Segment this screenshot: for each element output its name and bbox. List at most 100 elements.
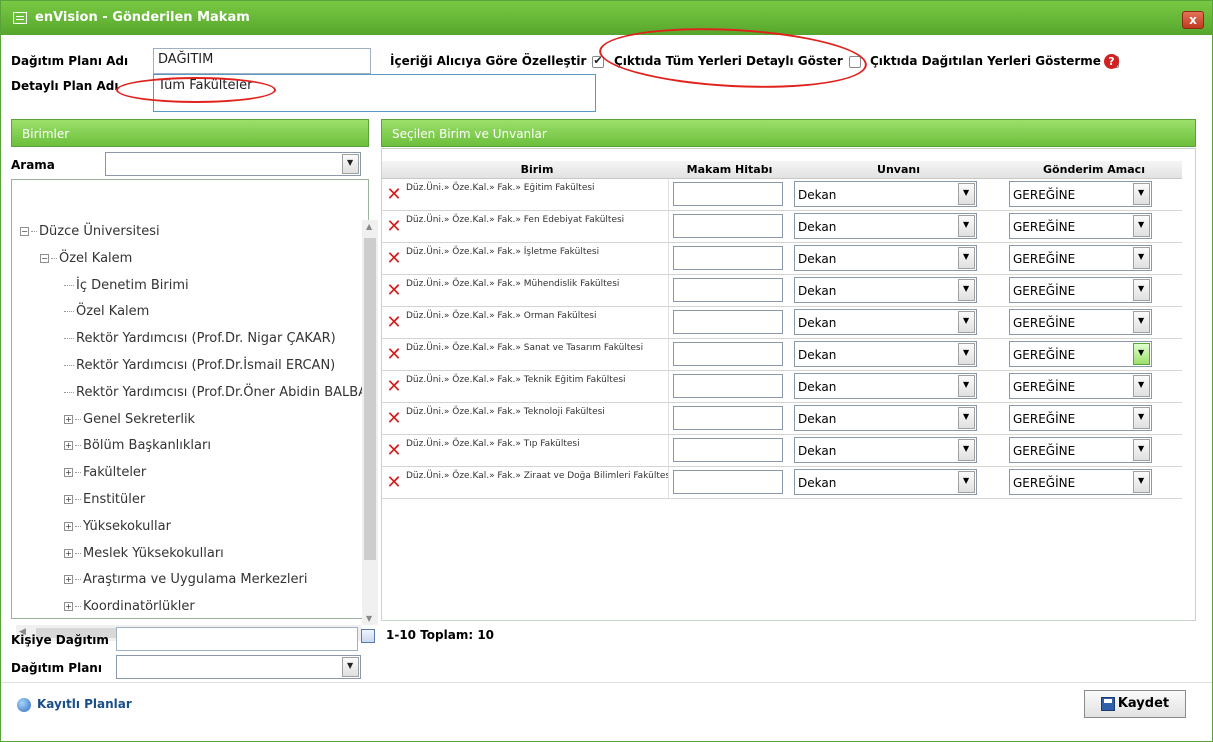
tree-node[interactable]: Rektör Yardımcısı (Prof.Dr.Öner Abidin B… [64,385,364,400]
delete-row-icon[interactable]: ✕ [382,210,406,243]
unvan-combo[interactable]: Dekan [794,469,977,495]
kaydet-button[interactable]: Kaydet [1084,690,1186,718]
chevron-down-icon[interactable] [1133,407,1150,429]
tree-node[interactable]: + Araştırma ve Uygulama Merkezleri [64,572,307,587]
scroll-down-icon[interactable]: ▼ [366,614,372,623]
gonderim-amaci-combo[interactable]: GEREĞİNE [1009,277,1152,303]
chevron-down-icon[interactable] [1133,439,1150,461]
gonderim-amaci-combo[interactable]: GEREĞİNE [1009,341,1152,367]
tree-node[interactable]: İç Denetim Birimi [64,278,189,293]
gonderim-amaci-combo[interactable]: GEREĞİNE [1009,213,1152,239]
arama-combo[interactable] [105,152,361,176]
makam-hitabi-input[interactable] [672,214,783,238]
makam-hitabi-input[interactable] [672,374,783,398]
chevron-down-icon[interactable] [1133,247,1150,269]
expand-icon[interactable]: + [64,441,73,451]
kayitli-planlar-link[interactable]: Kayıtlı Planlar [17,697,132,712]
unvan-combo[interactable]: Dekan [794,373,977,399]
list-picker-icon[interactable] [361,629,375,643]
chevron-down-icon[interactable] [958,471,975,493]
collapse-icon[interactable]: − [40,253,49,263]
chevron-down-icon[interactable] [958,439,975,461]
unvan-combo[interactable]: Dekan [794,437,977,463]
tree-node[interactable]: + Meslek Yüksekokulları [64,546,224,561]
tree-node[interactable]: − Özel Kalem [40,251,132,266]
makam-hitabi-input[interactable] [672,310,783,334]
delete-row-icon[interactable]: ✕ [382,306,406,339]
gonderim-amaci-combo[interactable]: GEREĞİNE [1009,181,1152,207]
expand-icon[interactable]: + [64,468,73,478]
chevron-down-icon[interactable] [958,183,975,205]
delete-row-icon[interactable]: ✕ [382,338,406,371]
delete-row-icon[interactable]: ✕ [382,466,406,499]
chevron-down-icon[interactable] [342,154,359,174]
expand-icon[interactable]: + [64,602,73,612]
unvan-combo[interactable]: Dekan [794,245,977,271]
chevron-down-icon[interactable] [958,279,975,301]
kisiye-dagitim-input[interactable] [116,627,358,651]
gonderim-amaci-combo[interactable]: GEREĞİNE [1009,437,1152,463]
unvan-combo[interactable]: Dekan [794,213,977,239]
delete-row-icon[interactable]: ✕ [382,274,406,307]
chevron-down-icon[interactable] [1133,279,1150,301]
scroll-up-icon[interactable]: ▲ [366,222,372,231]
delete-row-icon[interactable]: ✕ [382,178,406,211]
makam-hitabi-input[interactable] [672,278,783,302]
makam-hitabi-input[interactable] [672,406,783,430]
delete-row-icon[interactable]: ✕ [382,434,406,467]
gonderim-amaci-combo[interactable]: GEREĞİNE [1009,373,1152,399]
chevron-down-icon[interactable] [958,407,975,429]
gonderim-amaci-combo[interactable]: GEREĞİNE [1009,309,1152,335]
tree-node[interactable]: + Bölüm Başkanlıkları [64,438,211,453]
makam-hitabi-input[interactable] [672,438,783,462]
delete-row-icon[interactable]: ✕ [382,370,406,403]
tree-node[interactable]: Rektör Yardımcısı (Prof.Dr.İsmail ERCAN) [64,358,335,373]
gonderim-amaci-combo[interactable]: GEREĞİNE [1009,245,1152,271]
chevron-down-icon[interactable] [1133,471,1150,493]
unvan-combo[interactable]: Dekan [794,405,977,431]
chevron-down-icon[interactable] [342,657,359,677]
chevron-down-icon[interactable] [958,375,975,397]
tree-node[interactable]: + Fakülteler [64,465,146,480]
chevron-down-icon[interactable] [958,247,975,269]
tree-node[interactable]: + Yüksekokullar [64,519,171,534]
scroll-thumb[interactable] [364,238,376,560]
unvan-combo[interactable]: Dekan [794,341,977,367]
tree-node[interactable]: Rektör Yardımcısı (Prof.Dr. Nigar ÇAKAR) [64,331,336,346]
tree-node[interactable]: + Koordinatörlükler [64,599,195,614]
help-icon[interactable]: ? [1104,54,1119,69]
dagitim-plani-adi-input[interactable]: DAĞITIM [153,48,371,74]
tree-vertical-scrollbar[interactable]: ▲ ▼ [362,220,378,625]
chevron-down-icon[interactable] [1133,215,1150,237]
gonderim-amaci-combo[interactable]: GEREĞİNE [1009,405,1152,431]
expand-icon[interactable]: + [64,414,73,424]
delete-row-icon[interactable]: ✕ [382,242,406,275]
chevron-down-icon[interactable] [958,311,975,333]
tree-node[interactable]: Özel Kalem [64,304,149,319]
makam-hitabi-input[interactable] [672,246,783,270]
expand-icon[interactable]: + [64,521,73,531]
makam-hitabi-input[interactable] [672,470,783,494]
collapse-icon[interactable]: − [20,227,29,236]
close-button[interactable]: x [1182,11,1204,29]
dagitim-plani-combo[interactable] [116,655,361,679]
chevron-down-icon[interactable] [958,215,975,237]
makam-hitabi-input[interactable] [672,182,783,206]
expand-icon[interactable]: + [64,548,73,558]
unvan-combo[interactable]: Dekan [794,309,977,335]
unvan-combo[interactable]: Dekan [794,181,977,207]
chevron-down-icon[interactable] [1133,343,1150,365]
expand-icon[interactable]: + [64,575,73,585]
delete-row-icon[interactable]: ✕ [382,402,406,435]
chevron-down-icon[interactable] [958,343,975,365]
chevron-down-icon[interactable] [1133,375,1150,397]
chevron-down-icon[interactable] [1133,183,1150,205]
gonderim-amaci-combo[interactable]: GEREĞİNE [1009,469,1152,495]
unvan-combo[interactable]: Dekan [794,277,977,303]
makam-hitabi-input[interactable] [672,342,783,366]
tree-node[interactable]: + Enstitüler [64,492,145,507]
tree-node[interactable]: − Düzce Üniversitesi [20,224,160,239]
expand-icon[interactable]: + [64,495,73,504]
chevron-down-icon[interactable] [1133,311,1150,333]
tree-node[interactable]: + Genel Sekreterlik [64,412,195,427]
